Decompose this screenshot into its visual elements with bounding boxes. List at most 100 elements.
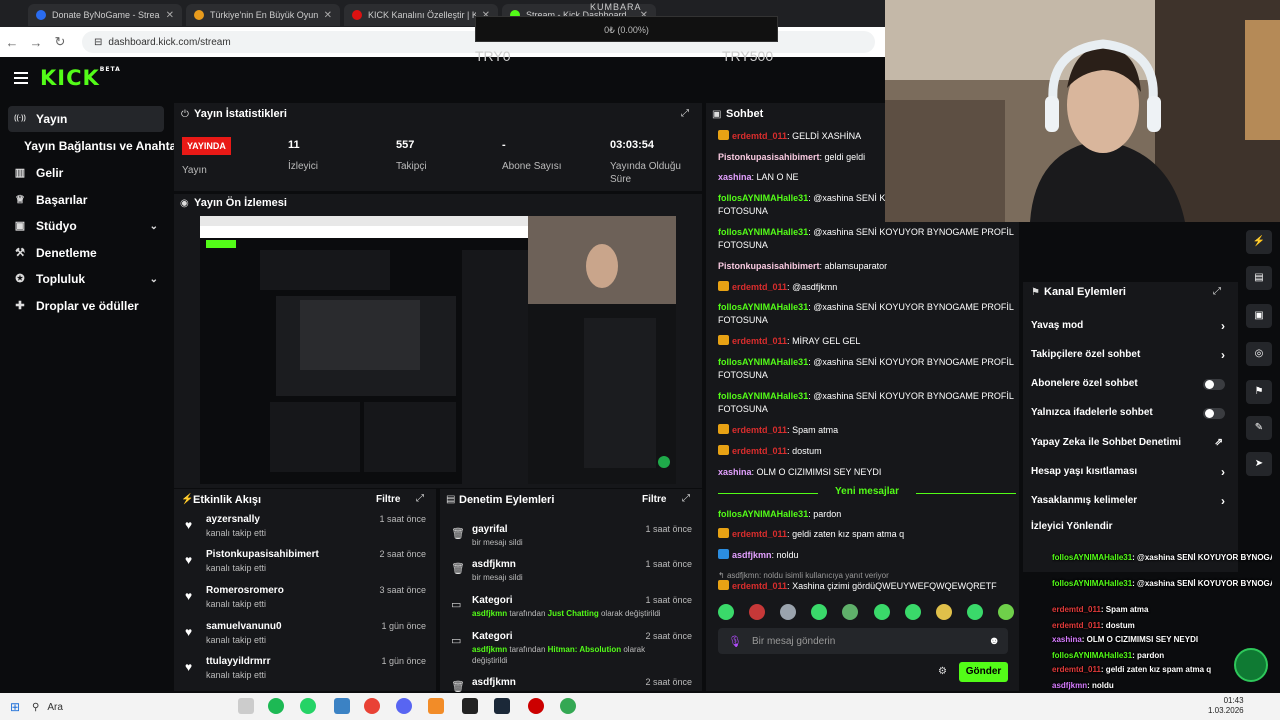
emoji-icon[interactable]: ☻ [988, 635, 1000, 647]
channel-setting-row[interactable]: Yasaklanmış kelimeler › [1031, 494, 1231, 515]
chat-username[interactable]: follosAYNIMAHalle31 [718, 391, 808, 401]
chat-username[interactable]: erdemtd_011 [732, 282, 787, 292]
mod-filter-button[interactable]: Filtre [642, 494, 666, 505]
emote-icon[interactable] [811, 604, 828, 620]
browser-tab[interactable]: Donate ByNoGame - Streamer ✕ [28, 4, 182, 26]
chat-username[interactable]: erdemtd_011 [732, 581, 787, 591]
chevron-right-icon[interactable]: › [1221, 494, 1225, 508]
sidebar-item[interactable]: Yayın Bağlantısı ve Anahtarı [8, 133, 184, 159]
emote-icon[interactable] [749, 604, 766, 620]
site-info-icon[interactable]: ⊟ [94, 37, 102, 48]
emote-icon[interactable] [904, 604, 921, 620]
mod-action-name[interactable]: Kategori [472, 631, 513, 642]
chevron-down-icon[interactable]: ⌄ [150, 274, 158, 285]
chat-username[interactable]: follosAYNIMAHalle31 [718, 193, 808, 203]
toggle-switch[interactable] [1203, 379, 1225, 390]
stream-preview-video[interactable] [200, 216, 676, 484]
chat-username[interactable]: Pistonkupasisahibimert [718, 152, 820, 162]
clock[interactable]: 01:43 1.03.2026 [1208, 696, 1244, 716]
toggle-switch[interactable] [1203, 408, 1225, 419]
mod-action-name[interactable]: Kategori [472, 595, 513, 606]
chrome-icon[interactable] [364, 698, 380, 714]
chevron-right-icon[interactable]: › [1221, 319, 1225, 333]
chat-username[interactable]: follosAYNIMAHalle31 [718, 302, 808, 312]
send-button[interactable]: Gönder [959, 662, 1008, 682]
chrome-icon[interactable] [560, 698, 576, 714]
chat-username[interactable]: erdemtd_011 [732, 131, 787, 141]
task-view-icon[interactable] [238, 698, 254, 714]
emote-icon[interactable] [873, 604, 890, 620]
channel-setting-row[interactable]: Takipçilere özel sohbet › [1031, 348, 1231, 369]
chat-username[interactable]: erdemtd_011 [732, 336, 787, 346]
activity-user[interactable]: ayzersnally [206, 514, 260, 525]
expand-icon[interactable]: ⤢ [682, 493, 690, 504]
external-link-icon[interactable]: ⇗ [1215, 437, 1223, 448]
activity-filter-button[interactable]: Filtre [376, 494, 400, 505]
emote-icon[interactable] [780, 604, 797, 620]
chat-settings-icon[interactable]: ⚙ [938, 666, 947, 677]
cursor-icon[interactable]: ➤ [1246, 452, 1272, 476]
activity-user[interactable]: samuelvanunu0 [206, 621, 282, 632]
channel-setting-row[interactable]: Abonelere özel sohbet [1031, 378, 1231, 398]
discord-icon[interactable] [396, 698, 412, 714]
expand-icon[interactable]: ⤢ [1213, 286, 1221, 297]
chat-username[interactable]: xashina [718, 172, 752, 182]
reload-icon[interactable]: ↻ [48, 34, 72, 50]
emote-icon[interactable] [997, 604, 1014, 620]
channel-setting-row[interactable]: Yalnızca ifadelerle sohbet [1031, 407, 1231, 427]
sidebar-item[interactable]: ✪ Topluluk ⌄ [8, 266, 164, 292]
steam-icon[interactable] [494, 698, 510, 714]
chat-username[interactable]: Pistonkupasisahibimert [718, 261, 820, 271]
emote-icon[interactable] [935, 604, 952, 620]
chat-input[interactable]: 🎙 Bir mesaj gönderin ☻ [718, 628, 1008, 654]
activity-user[interactable]: ttulayyildrmrr [206, 656, 270, 667]
expand-icon[interactable]: ⤢ [416, 493, 424, 504]
forward-icon[interactable]: → [24, 35, 48, 50]
chevron-down-icon[interactable]: ⌄ [150, 221, 158, 232]
activity-user[interactable]: Romerosromero [206, 585, 284, 596]
chat-username[interactable]: follosAYNIMAHalle31 [718, 509, 808, 519]
mod-action-name[interactable]: asdfjkmn [472, 559, 516, 570]
app-icon[interactable] [334, 698, 350, 714]
browser-tab[interactable]: Türkiye'nin En Büyük Oyuncu Ö... ✕ [186, 4, 340, 26]
wrench-icon[interactable]: ✎ [1246, 416, 1272, 440]
channel-setting-row[interactable]: Yapay Zeka ile Sohbet Denetimi ⇗ [1031, 437, 1231, 457]
broadcast-icon[interactable]: ◎ [1246, 342, 1272, 366]
cloud-icon[interactable] [428, 698, 444, 714]
chat-username[interactable]: follosAYNIMAHalle31 [718, 227, 808, 237]
sidebar-item[interactable]: ▣ Stüdyo ⌄ [8, 213, 164, 239]
mod-action-name[interactable]: asdfjkmn [472, 677, 516, 688]
close-tab-icon[interactable]: ✕ [324, 10, 332, 21]
channel-setting-row[interactable]: Hesap yaşı kısıtlaması › [1031, 465, 1231, 486]
chat-icon[interactable]: ▣ [1246, 304, 1272, 328]
close-tab-icon[interactable]: ✕ [166, 10, 174, 21]
obs-icon[interactable] [462, 698, 478, 714]
emote-icon[interactable] [718, 604, 734, 620]
sidebar-item[interactable]: ✚ Droplar ve ödüller [8, 293, 164, 319]
flag-icon[interactable]: ⚑ [1246, 380, 1272, 404]
sidebar-item[interactable]: ▥ Gelir [8, 160, 164, 186]
chat-username[interactable]: xashina [718, 467, 752, 477]
chat-username[interactable]: erdemtd_011 [732, 425, 787, 435]
app-icon[interactable] [528, 698, 544, 714]
channel-setting-row[interactable]: İzleyici Yönlendir [1031, 521, 1231, 541]
activity-user[interactable]: Pistonkupasisahibimert [206, 549, 319, 560]
sidebar-item[interactable]: ((·)) Yayın [8, 106, 164, 132]
bolt-icon[interactable]: ⚡ [1246, 230, 1272, 254]
chevron-right-icon[interactable]: › [1221, 465, 1225, 479]
chevron-right-icon[interactable]: › [1221, 348, 1225, 362]
whatsapp-icon[interactable] [300, 698, 316, 714]
doc-icon[interactable]: ▤ [1246, 266, 1272, 290]
emote-icon[interactable] [842, 604, 859, 620]
kick-logo[interactable]: KICKBETA [40, 66, 121, 90]
sidebar-item[interactable]: ⚒ Denetleme [8, 240, 164, 266]
mic-icon[interactable]: 🎙 [728, 635, 742, 648]
chat-username[interactable]: follosAYNIMAHalle31 [718, 357, 808, 367]
expand-icon[interactable]: ⤢ [681, 108, 689, 119]
emote-icon[interactable] [966, 604, 983, 620]
chat-username[interactable]: asdfjkmn [732, 550, 772, 560]
chat-username[interactable]: erdemtd_011 [732, 446, 787, 456]
back-icon[interactable]: ← [0, 35, 24, 50]
sidebar-item[interactable]: ♕ Başarılar [8, 187, 164, 213]
taskbar-search[interactable]: ⚲ Ara [32, 697, 172, 717]
